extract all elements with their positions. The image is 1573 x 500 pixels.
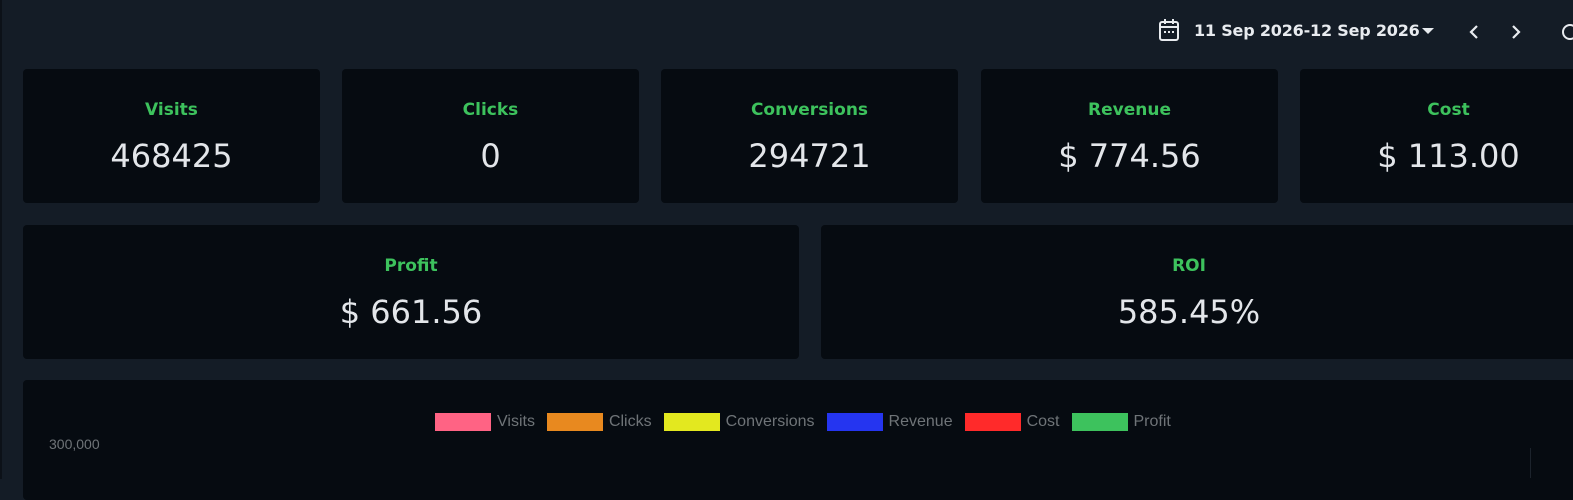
revenue-value: $ 774.56 (1058, 137, 1201, 175)
visits-value: 468425 (110, 137, 233, 175)
clicks-value: 0 (480, 137, 501, 175)
legend-swatch (546, 413, 603, 431)
legend-item-revenue[interactable]: Revenue (826, 413, 953, 431)
legend-label: Conversions (725, 413, 815, 430)
top-toolbar: 11 Sep 2026-12 Sep 2026 (0, 0, 1573, 64)
chevron-right-icon[interactable] (1506, 22, 1526, 42)
legend-item-profit[interactable]: Profit (1071, 413, 1171, 431)
cost-label: Cost (1427, 100, 1470, 120)
legend-label: Visits (497, 413, 535, 430)
legend-item-cost[interactable]: Cost (964, 413, 1060, 431)
visits-label: Visits (145, 100, 198, 120)
legend-label: Profit (1133, 413, 1171, 430)
chevron-left-icon[interactable] (1464, 22, 1484, 42)
roi-card: ROI 585.45% (821, 225, 1573, 359)
date-range-text: 11 Sep 2026-12 Sep 2026 (1194, 20, 1420, 40)
conversions-label: Conversions (750, 100, 869, 120)
profit-value: $ 661.56 (339, 293, 483, 331)
legend-item-visits[interactable]: Visits (435, 413, 535, 431)
revenue-card: Revenue $ 774.56 (981, 69, 1278, 203)
left-edge (0, 0, 2, 479)
revenue-label: Revenue (1088, 100, 1171, 120)
conversions-card: Conversions 294721 (661, 69, 958, 203)
profit-label: Profit (384, 256, 438, 276)
clicks-card: Clicks 0 (342, 69, 639, 203)
legend-swatch (435, 413, 491, 431)
cost-card: Cost $ 113.00 (1300, 69, 1573, 203)
calendar-icon (1158, 18, 1180, 42)
legend-swatch (663, 413, 720, 431)
grid-line (1530, 448, 1531, 478)
roi-value: 585.45% (1117, 293, 1261, 331)
legend-item-clicks[interactable]: Clicks (546, 413, 652, 431)
chart-legend: Visits Clicks Conversions Revenue Cost Profit (435, 413, 1183, 431)
conversions-value: 294721 (748, 137, 871, 175)
legend-label: Revenue (888, 413, 953, 430)
chart-panel: Visits Clicks Conversions Revenue Cost Profit… (23, 380, 1573, 500)
date-range-picker[interactable]: 11 Sep 2026-12 Sep 2026 (1158, 18, 1420, 42)
legend-item-conversions[interactable]: Conversions (663, 413, 815, 431)
profit-card: Profit $ 661.56 (23, 225, 799, 359)
legend-label: Cost (1026, 413, 1060, 430)
legend-swatch (1071, 413, 1128, 431)
caret-down-icon[interactable] (1422, 28, 1434, 34)
y-axis-tick: 300,000 (49, 436, 100, 452)
visits-card: Visits 468425 (23, 69, 320, 203)
legend-swatch (964, 413, 1021, 431)
cost-value: $ 113.00 (1377, 137, 1520, 175)
roi-label: ROI (1172, 256, 1206, 276)
legend-label: Clicks (608, 413, 652, 430)
legend-swatch (826, 413, 883, 431)
clicks-label: Clicks (462, 100, 519, 120)
refresh-icon[interactable] (1560, 22, 1573, 42)
